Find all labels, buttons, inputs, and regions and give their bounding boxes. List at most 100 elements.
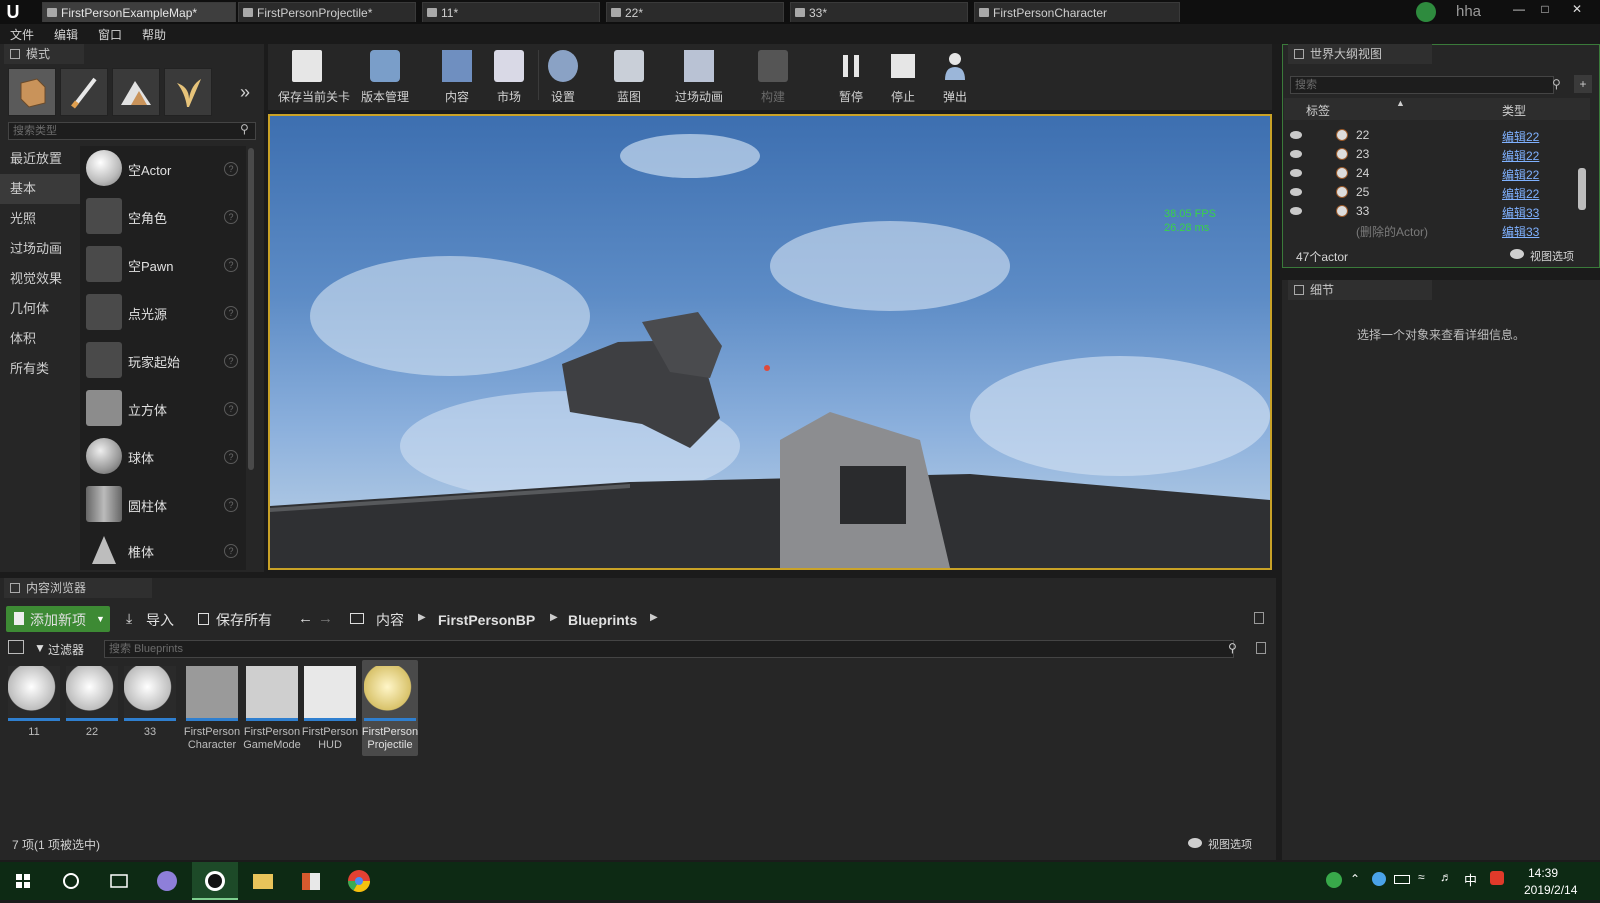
paint-mode-button[interactable] (60, 68, 108, 116)
outliner-row[interactable]: 25 编辑22 (1284, 183, 1590, 202)
category-volumes[interactable]: 体积 (0, 324, 80, 354)
tray-security-icon[interactable] (1372, 872, 1386, 886)
import-button[interactable]: 导入 (146, 608, 174, 632)
help-icon[interactable]: ? (224, 162, 238, 176)
search-button[interactable] (48, 862, 94, 900)
sogou-ime-icon[interactable] (1490, 871, 1504, 885)
content-view-options[interactable]: 视图选项 (1208, 836, 1252, 852)
save-search-icon[interactable] (1256, 642, 1266, 654)
place-player-start[interactable]: 玩家起始? (84, 338, 244, 384)
maximize-button[interactable]: □ (1534, 0, 1556, 18)
volume-icon[interactable]: ♬ (1440, 870, 1452, 884)
asset-tile[interactable]: 33 (122, 664, 178, 754)
save-current-level-button[interactable]: 保存当前关卡 (278, 46, 350, 106)
outliner-view-options[interactable]: 视图选项 (1530, 248, 1574, 264)
tab-firstpersonprojectile[interactable]: FirstPersonProjectile* (238, 2, 416, 22)
placement-scrollbar[interactable] (248, 148, 254, 470)
category-geometry[interactable]: 几何体 (0, 294, 80, 324)
menu-help[interactable]: 帮助 (142, 26, 166, 43)
ime-indicator[interactable]: 中 (1464, 870, 1477, 889)
category-cinematic[interactable]: 过场动画 (0, 234, 80, 264)
landscape-mode-button[interactable] (112, 68, 160, 116)
place-sphere[interactable]: 球体? (84, 434, 244, 480)
tray-chevron-up-icon[interactable]: ⌃ (1350, 872, 1360, 886)
modes-search-input[interactable]: 搜索类型 (8, 122, 256, 140)
menu-file[interactable]: 文件 (10, 26, 34, 43)
category-basic[interactable]: 基本 (0, 174, 80, 204)
save-all-button[interactable]: 保存所有 (216, 608, 272, 632)
source-control-button[interactable]: 版本管理 (356, 46, 414, 106)
help-icon[interactable]: ? (224, 354, 238, 368)
forward-arrow-icon[interactable]: → (318, 610, 333, 627)
breadcrumb-content[interactable]: 内容 (376, 608, 404, 632)
outliner-search-input[interactable]: 搜索 (1290, 76, 1554, 94)
content-search-input[interactable]: 搜索 Blueprints (104, 640, 1234, 658)
breadcrumb-blueprints[interactable]: Blueprints (568, 608, 637, 632)
outliner-row[interactable]: 22 编辑22 (1284, 126, 1590, 145)
category-recent[interactable]: 最近放置 (0, 144, 80, 174)
unreal-logo[interactable]: U (2, 1, 24, 23)
tab-33[interactable]: 33* (790, 2, 968, 22)
help-icon[interactable]: ? (224, 210, 238, 224)
help-icon[interactable]: ? (224, 306, 238, 320)
place-cylinder[interactable]: 圆柱体? (84, 482, 244, 528)
place-point-light[interactable]: 点光源? (84, 290, 244, 336)
place-cube[interactable]: 立方体? (84, 386, 244, 432)
place-empty-actor[interactable]: 空Actor? (84, 146, 244, 192)
foliage-mode-button[interactable] (164, 68, 212, 116)
level-viewport[interactable]: 38.05 FPS 26.28 ms (268, 114, 1272, 570)
help-icon[interactable]: ? (224, 544, 238, 558)
tab-firstpersoncharacter[interactable]: FirstPersonCharacter (974, 2, 1180, 22)
outliner-row[interactable]: 33 编辑33 (1284, 202, 1590, 221)
asset-tile-selected[interactable]: FirstPerson Projectile (362, 660, 418, 756)
tab-firstpersonexamplemap[interactable]: FirstPersonExampleMap* (42, 2, 236, 22)
menu-edit[interactable]: 编辑 (54, 26, 78, 43)
column-type-header[interactable]: 类型 (1502, 102, 1526, 119)
outliner-scrollbar[interactable] (1578, 168, 1586, 210)
visibility-eye-icon[interactable] (1290, 131, 1302, 139)
place-empty-character[interactable]: 空角色? (84, 194, 244, 240)
task-view-button[interactable] (96, 862, 142, 900)
asset-tile[interactable]: FirstPerson Character (184, 664, 240, 754)
taskbar-explorer[interactable] (240, 862, 286, 900)
stop-button[interactable]: 停止 (874, 46, 932, 106)
menu-window[interactable]: 窗口 (98, 26, 122, 43)
visibility-eye-icon[interactable] (1290, 150, 1302, 158)
filters-button[interactable]: 过滤器 (48, 641, 84, 658)
taskbar-app[interactable] (144, 862, 190, 900)
minimize-button[interactable]: — (1508, 0, 1530, 18)
taskbar-app[interactable] (288, 862, 334, 900)
source-control-icon[interactable] (1416, 2, 1436, 22)
lock-icon[interactable] (1254, 612, 1264, 624)
place-cone[interactable]: 椎体? (84, 528, 244, 574)
battery-icon[interactable] (1394, 875, 1410, 884)
help-icon[interactable]: ? (224, 402, 238, 416)
outliner-row[interactable]: (删除的Actor) 编辑33 (1284, 221, 1590, 240)
asset-tile[interactable]: 11 (6, 664, 62, 754)
outliner-row[interactable]: 24 编辑22 (1284, 164, 1590, 183)
cinematics-button[interactable]: 过场动画 (670, 46, 728, 106)
taskbar-unreal[interactable] (192, 862, 238, 900)
outliner-add-icon[interactable]: + (1574, 75, 1592, 93)
details-tab[interactable]: 细节 (1288, 280, 1432, 300)
tab-11[interactable]: 11* (422, 2, 600, 22)
pause-button[interactable]: 暂停 (822, 46, 880, 106)
visibility-eye-icon[interactable] (1290, 207, 1302, 215)
back-arrow-icon[interactable]: ← (298, 610, 313, 627)
help-icon[interactable]: ? (224, 258, 238, 272)
clock-time[interactable]: 14:39 (1528, 866, 1558, 880)
place-empty-pawn[interactable]: 空Pawn? (84, 242, 244, 288)
content-browser-tab[interactable]: 内容浏览器 (4, 578, 152, 598)
asset-tile[interactable]: 22 (64, 664, 120, 754)
more-modes-button[interactable]: » (240, 82, 250, 103)
settings-button[interactable]: 设置 (534, 46, 592, 106)
category-lights[interactable]: 光照 (0, 204, 80, 234)
build-button[interactable]: 构建 (744, 46, 802, 106)
network-icon[interactable]: ≈ (1418, 870, 1425, 884)
close-button[interactable]: ✕ (1566, 0, 1588, 18)
asset-tile[interactable]: FirstPerson HUD (302, 664, 358, 754)
sources-toggle-icon[interactable] (8, 640, 24, 654)
content-button[interactable]: 内容 (428, 46, 486, 106)
modes-tab[interactable]: 模式 (4, 44, 84, 64)
place-mode-button[interactable] (8, 68, 56, 116)
